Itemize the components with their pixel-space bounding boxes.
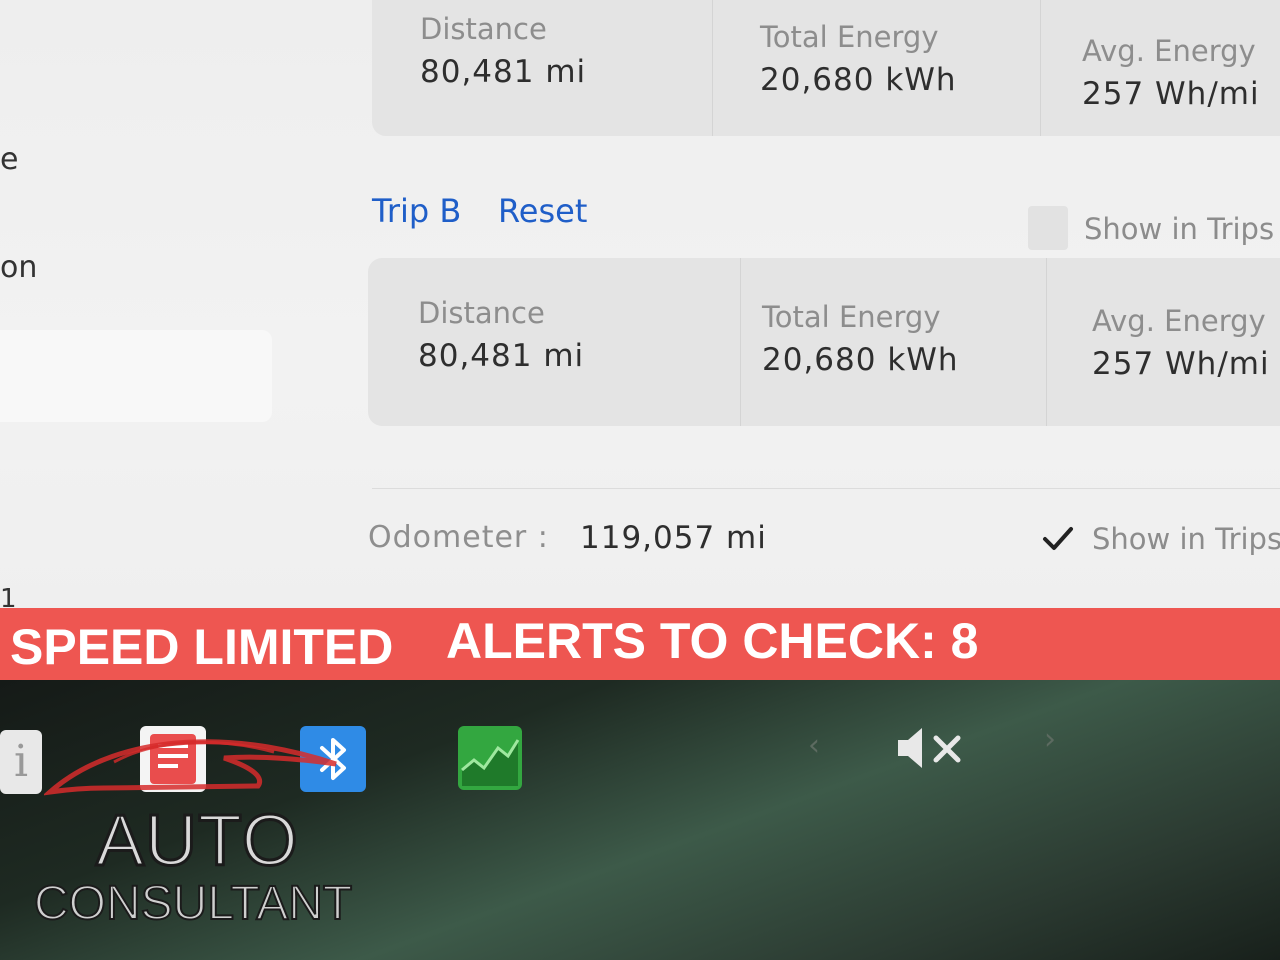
stat-label: Avg. Energy [1092,304,1266,338]
chevron-left-icon[interactable]: ‹ [808,728,820,763]
stat-label: Avg. Energy [1082,34,1256,68]
trip-b-avg-energy: Avg. Energy 257 Wh/mi [1092,304,1270,382]
checkmark-icon[interactable] [1040,520,1076,556]
speed-limited-alert[interactable]: SPEED LIMITED [10,618,393,676]
stat-value: 257 Wh/mi [1092,346,1270,382]
sidebar-fragment-2[interactable]: on [0,250,37,285]
stat-label: Distance [418,296,545,330]
divider [740,258,741,426]
stat-value: 80,481 mi [420,54,587,90]
trip-b-show-in-trips-label[interactable]: Show in Trips [1084,212,1274,246]
trips-screen: e on 1 Distance 80,481 mi Total Energy 2… [0,0,1280,614]
alerts-to-check-button[interactable]: ALERTS TO CHECK: 8 [446,612,978,670]
trip-b-total-energy: Total Energy 20,680 kWh [762,300,959,378]
sidebar-input-field[interactable] [0,330,272,422]
stat-value: 20,680 kWh [762,342,959,378]
trip-a-avg-energy: Avg. Energy 257 Wh/mi [1082,34,1260,112]
watermark-text-auto: AUTO [95,800,300,883]
stat-label: Total Energy [760,20,939,54]
stat-value: 80,481 mi [418,338,585,374]
trip-b-title: Trip B [372,192,462,230]
odometer-value: 119,057 mi [580,520,767,556]
stat-value: 257 Wh/mi [1082,76,1260,112]
trip-b-reset-button[interactable]: Reset [498,192,587,230]
divider [712,0,713,136]
mute-icon[interactable] [896,726,966,770]
trip-b-distance: Distance 80,481 mi [418,296,584,374]
odometer-show-in-trips-label[interactable]: Show in Trips [1092,522,1280,556]
watermark-text-consultant: CONSULTANT [33,876,353,931]
chevron-right-icon[interactable]: › [1044,722,1056,757]
trip-a-total-energy: Total Energy 20,680 kWh [760,20,957,98]
divider [372,488,1280,489]
divider [1046,258,1047,426]
stat-label: Total Energy [762,300,941,334]
trip-a-distance: Distance 80,481 mi [420,12,586,90]
energy-chart-icon[interactable] [458,726,522,790]
odometer-label: Odometer : [368,520,549,555]
car-silhouette-icon [44,739,337,796]
trip-b-show-in-trips-checkbox[interactable] [1028,206,1068,250]
stat-label: Distance [420,12,547,46]
stat-value: 20,680 kWh [760,62,957,98]
info-icon[interactable]: i [0,730,42,794]
sidebar-fragment-1[interactable]: e [0,142,18,177]
divider [1040,0,1041,136]
